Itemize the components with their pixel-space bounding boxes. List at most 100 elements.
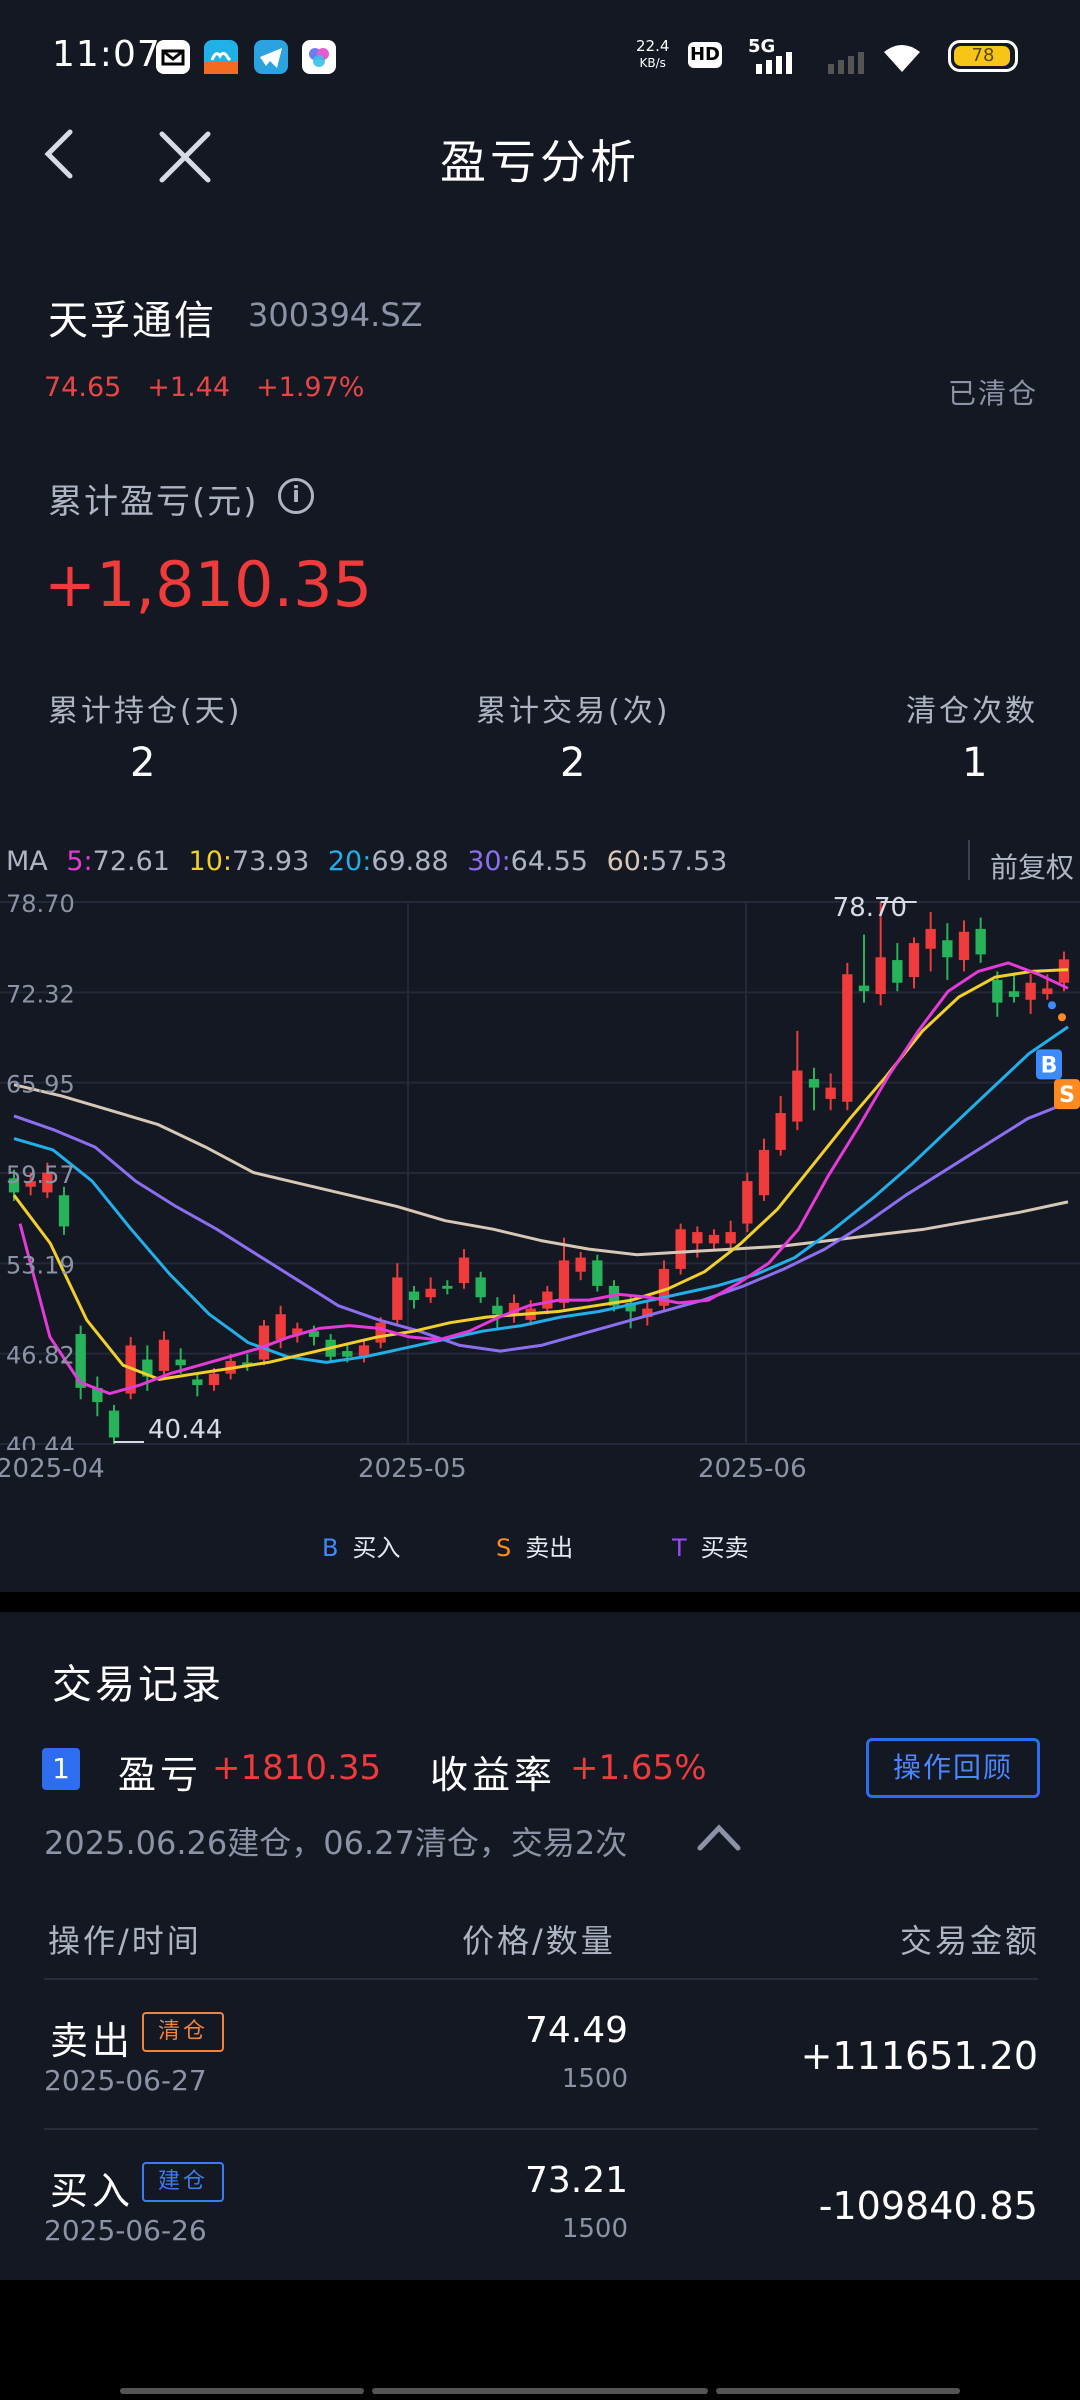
candle-body — [375, 1322, 386, 1343]
row-tag-clear: 清仓 — [142, 2012, 224, 2052]
return-value: +1.65% — [570, 1748, 707, 1788]
camel-app-icon — [204, 40, 238, 74]
cumulative-value: +1,810.35 — [44, 548, 373, 621]
candle-body — [392, 1277, 403, 1320]
stock-change-pct: +1.97% — [256, 372, 365, 403]
candle-body — [558, 1260, 570, 1303]
trade-dot — [1058, 1013, 1066, 1022]
col-header-amount: 交易金额 — [899, 1922, 1040, 1960]
row-divider — [44, 2128, 1038, 2130]
records-title: 交易记录 — [52, 1662, 224, 1708]
candle-body — [992, 979, 1003, 1003]
row-date: 2025-06-27 — [44, 2064, 207, 2097]
candle-body — [775, 1113, 786, 1150]
telegram-app-icon — [254, 40, 288, 74]
row-tag-open: 建仓 — [142, 2162, 224, 2202]
candle-body — [942, 940, 953, 958]
battery-icon: 78 — [948, 40, 1018, 72]
pl-value: +1810.35 — [212, 1748, 382, 1788]
candle-body — [908, 943, 920, 978]
candle-body — [808, 1079, 820, 1088]
y-tick-label: 78.70 — [6, 890, 75, 918]
ma20-value: 20:69.88 — [327, 846, 449, 877]
candle-body — [108, 1410, 120, 1438]
ma10-value: 10:73.93 — [188, 846, 310, 877]
buy-marker: B — [1041, 1053, 1058, 1078]
hd-badge: HD — [688, 42, 722, 68]
candle-body — [342, 1351, 353, 1357]
candlestick-chart[interactable]: 78.70 40.44 78.70 72.32 65.95 59.57 53.19 46.82… — [0, 880, 1080, 1450]
row-price: 74.49 — [524, 2010, 628, 2051]
wifi-icon — [884, 45, 920, 72]
home-indicator[interactable] — [372, 2388, 708, 2394]
candle-body — [408, 1291, 420, 1301]
y-tick-label: 46.82 — [6, 1342, 75, 1370]
signal-icon — [756, 52, 792, 74]
price-row: 74.65 +1.44 +1.97% — [44, 372, 390, 403]
candle-body — [425, 1288, 436, 1298]
stock-price: 74.65 — [44, 372, 122, 403]
ma10-line — [12, 968, 1069, 1381]
chevron-up-icon[interactable] — [696, 1822, 742, 1852]
y-tick-label: 40.44 — [6, 1432, 75, 1450]
review-button[interactable]: 操作回顾 — [866, 1738, 1040, 1798]
candle-body — [275, 1314, 286, 1340]
stat-value-clears: 1 — [962, 740, 988, 786]
row-price: 73.21 — [524, 2160, 628, 2201]
stat-label-days: 累计持仓(天) — [48, 694, 243, 729]
stat-value-days: 2 — [130, 740, 156, 786]
low-label: 40.44 — [148, 1415, 222, 1445]
return-label: 收益率 — [430, 1753, 557, 1797]
home-indicator[interactable] — [120, 2388, 364, 2394]
row-qty: 1500 — [561, 2064, 628, 2094]
candle-body — [575, 1257, 586, 1272]
ma-row: MA 5:72.61 10:73.93 20:69.88 30:64.55 60… — [6, 846, 737, 877]
ma-prefix: MA — [6, 846, 48, 877]
pl-label: 盈亏 — [118, 1753, 203, 1797]
stock-code: 300394.SZ — [248, 296, 423, 334]
ma60-value: 60:57.53 — [606, 846, 728, 877]
y-tick-label: 59.57 — [6, 1161, 75, 1189]
ma30-value: 30:64.55 — [467, 846, 588, 877]
candle-body — [258, 1325, 270, 1360]
candle-body — [758, 1149, 770, 1196]
candle-body — [58, 1195, 70, 1227]
col-header-price: 价格/数量 — [462, 1922, 616, 1960]
status-time: 11:07 — [52, 34, 161, 75]
legend-buy: B 买入 — [322, 1534, 401, 1562]
stock-name: 天孚通信 — [48, 298, 216, 344]
table-divider — [44, 1978, 1038, 1980]
candle-body — [925, 928, 936, 949]
candle-body — [442, 1285, 453, 1289]
candle-body — [842, 974, 853, 1102]
candle-body — [725, 1232, 736, 1244]
record-index-badge: 1 — [42, 1748, 80, 1790]
home-indicator[interactable] — [716, 2388, 960, 2394]
page-title: 盈亏分析 — [440, 135, 640, 189]
stock-change: +1.44 — [147, 372, 231, 403]
candle-body — [708, 1234, 720, 1244]
candle-body — [175, 1359, 186, 1366]
bubble-app-icon — [302, 40, 336, 74]
candle-body — [858, 985, 870, 992]
candle-body — [158, 1339, 170, 1371]
stat-label-trades: 累计交易(次) — [476, 694, 671, 729]
candle-body — [825, 1087, 836, 1099]
candle-body — [892, 960, 903, 983]
ma60-line — [13, 1083, 1069, 1257]
x-tick-label: 2025-04 — [0, 1454, 105, 1484]
candle-body — [875, 957, 886, 995]
legend-t: T 买卖 — [672, 1534, 749, 1562]
candle-body — [975, 928, 986, 955]
x-tick-label: 2025-06 — [698, 1454, 807, 1484]
candle-body — [458, 1257, 470, 1284]
status-badge: 已清仓 — [947, 377, 1038, 410]
candle-body — [208, 1373, 220, 1386]
stat-value-trades: 2 — [560, 740, 586, 786]
candle-body — [592, 1260, 603, 1286]
candle-body — [492, 1305, 503, 1315]
candle-body — [792, 1070, 803, 1122]
divider — [968, 840, 970, 880]
row-op: 卖出 — [50, 2019, 135, 2063]
info-icon[interactable]: i — [278, 478, 314, 514]
